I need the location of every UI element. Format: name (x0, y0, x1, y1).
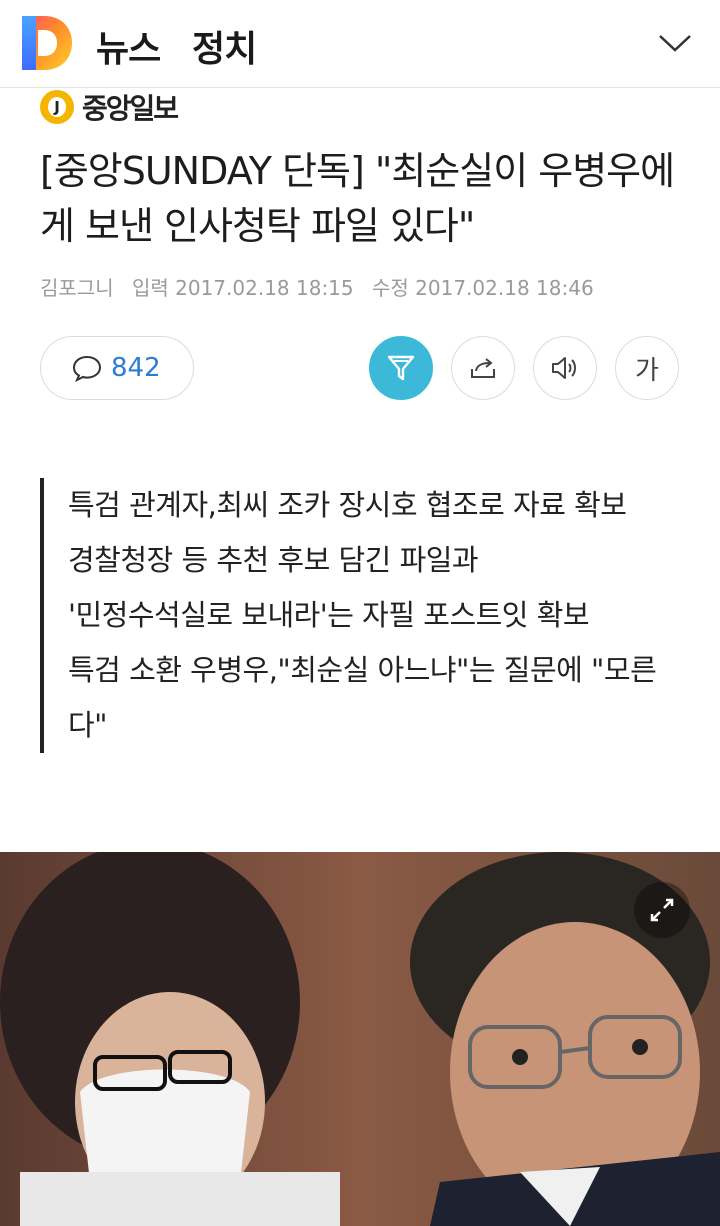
press-badge-icon: J (40, 90, 74, 124)
article-meta: 김포그니 입력 2017.02.18 18:15 수정 2017.02.18 1… (40, 272, 606, 301)
comment-count: 842 (111, 353, 161, 383)
comment-bubble-icon (72, 355, 102, 383)
expand-photo-button[interactable] (634, 882, 690, 938)
summary-filter-button[interactable] (369, 336, 433, 400)
article-summary: 특검 관계자,최씨 조카 장시호 협조로 자료 확보 경찰청장 등 추천 후보 … (40, 478, 680, 753)
chevron-down-icon[interactable] (658, 30, 692, 56)
article-photo[interactable] (0, 852, 720, 1226)
photo-illustration (0, 852, 720, 1226)
speaker-icon (552, 357, 576, 379)
font-size-button[interactable]: 가 (615, 336, 679, 400)
press-logo[interactable]: J 중앙일보 (40, 90, 179, 125)
share-icon (471, 358, 495, 378)
daum-logo[interactable] (22, 16, 72, 70)
top-bar: 뉴스 정치 (0, 0, 720, 88)
filter-icon (387, 355, 415, 381)
input-time: 입력 2017.02.18 18:15 (131, 276, 354, 300)
section-title[interactable]: 뉴스 (96, 20, 161, 72)
summary-line: 특검 소환 우병우,"최순실 아느냐"는 질문에 "모른다" (68, 653, 657, 742)
press-name: 중앙일보 (82, 92, 179, 125)
expand-icon (650, 898, 674, 922)
author-name[interactable]: 김포그니 (40, 276, 114, 300)
category-title[interactable]: 정치 (192, 20, 257, 72)
text-to-speech-button[interactable] (533, 336, 597, 400)
summary-line: 경찰청장 등 추천 후보 담긴 파일과 (68, 543, 479, 577)
summary-line: '민정수석실로 보내라'는 자필 포스트잇 확보 (68, 598, 590, 632)
press-badge-letter: J (48, 97, 66, 117)
article-headline: [중앙SUNDAY 단독] "최순실이 우병우에게 보낸 인사청탁 파일 있다" (40, 149, 675, 248)
modified-time: 수정 2017.02.18 18:46 (372, 276, 594, 300)
share-button[interactable] (451, 336, 515, 400)
summary-line: 특검 관계자,최씨 조카 장시호 협조로 자료 확보 (68, 488, 627, 522)
comment-button[interactable]: 842 (40, 336, 194, 400)
